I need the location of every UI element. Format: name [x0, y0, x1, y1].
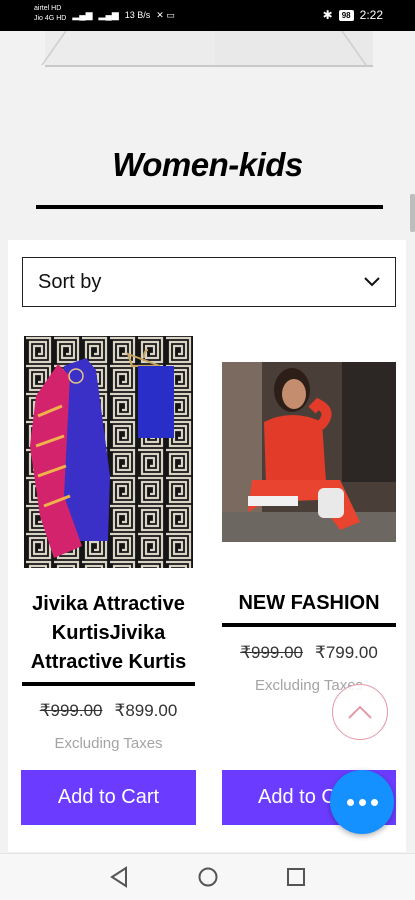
scroll-to-top-button[interactable] — [332, 684, 388, 740]
original-price: ₹999.00 — [240, 643, 303, 662]
product-image[interactable] — [222, 362, 396, 542]
chevron-down-icon — [364, 277, 380, 287]
carrier-info: airtel HD Jio 4G HD — [34, 4, 66, 24]
clock: 2:22 — [359, 8, 383, 22]
sale-price: ₹899.00 — [114, 701, 178, 720]
carrier1-badge: HD — [51, 5, 62, 12]
signal-icon: ▂▄▆ — [72, 10, 93, 20]
product-divider — [22, 682, 195, 686]
net-speed: 13 B/s — [124, 10, 151, 20]
sale-price: ₹799.00 — [315, 643, 378, 662]
product-price: ₹999.00 ₹799.00 — [222, 643, 396, 663]
chevron-up-icon — [348, 705, 372, 719]
product-image[interactable] — [24, 336, 193, 568]
more-horizontal-icon — [346, 798, 354, 806]
product-name[interactable]: Jivika Attractive KurtisJivika Attractiv… — [22, 590, 195, 677]
page-title: Women-kids — [112, 146, 303, 183]
home-circle-icon[interactable] — [197, 866, 219, 888]
back-triangle-icon[interactable] — [110, 866, 128, 888]
carrier1-label: airtel — [34, 5, 50, 12]
status-bar: airtel HD Jio 4G HD ▂▄▆ ▂▄▆ 13 B/s ✕ ▭ ✱… — [0, 0, 415, 31]
notification-icon: ✕ ▭ — [156, 10, 175, 20]
product-name[interactable]: NEW FASHION — [222, 589, 396, 618]
sort-dropdown[interactable]: Sort by — [22, 257, 396, 307]
battery-indicator: 98 — [338, 9, 354, 21]
system-nav-bar — [0, 853, 415, 900]
add-to-cart-button[interactable]: Add to Cart — [21, 770, 196, 825]
tax-note: Excluding Taxes — [54, 735, 163, 752]
carrier2-badge: HD — [56, 15, 67, 22]
product-divider — [222, 623, 396, 627]
bluetooth-icon: ✱ — [322, 8, 333, 22]
title-divider — [36, 205, 383, 209]
original-price: ₹999.00 — [39, 701, 103, 720]
signal-icon-2: ▂▄▆ — [98, 10, 119, 20]
scrollbar-thumb[interactable] — [410, 194, 415, 232]
recents-square-icon[interactable] — [286, 866, 306, 888]
product-price: ₹999.00 ₹899.00 — [22, 701, 195, 721]
sort-label: Sort by — [38, 270, 102, 293]
carrier2-label: Jio 4G — [34, 15, 55, 22]
banner-image — [41, 31, 373, 67]
more-options-button[interactable] — [330, 770, 394, 834]
